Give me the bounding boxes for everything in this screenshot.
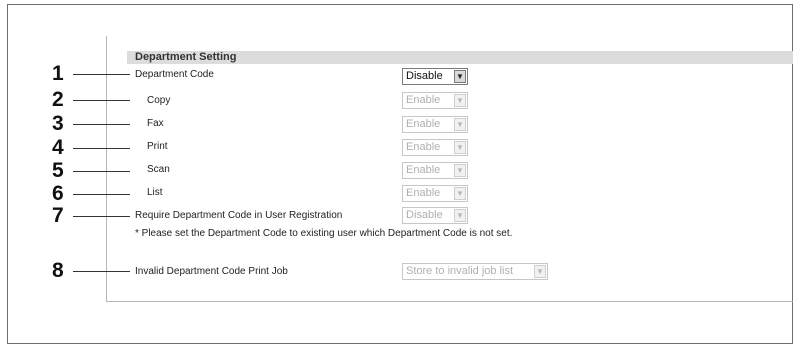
chevron-down-icon[interactable]: ▼ <box>454 141 466 154</box>
chevron-down-icon[interactable]: ▼ <box>454 164 466 177</box>
callout-1: 1 <box>52 62 64 85</box>
callout-leader-1 <box>73 74 130 75</box>
fax-value: Enable <box>406 118 441 130</box>
list-label: List <box>147 187 163 198</box>
department-code-value: Disable <box>406 70 443 82</box>
require-dept-code-select[interactable]: Disable ▼ <box>402 207 468 224</box>
callout-6: 6 <box>52 182 64 205</box>
callout-leader-2 <box>73 100 130 101</box>
callout-3: 3 <box>52 112 64 135</box>
invalid-print-job-value: Store to invalid job list <box>406 265 513 277</box>
print-label: Print <box>147 141 168 152</box>
chevron-down-icon[interactable]: ▼ <box>454 94 466 107</box>
chevron-down-icon[interactable]: ▼ <box>454 187 466 200</box>
list-value: Enable <box>406 187 441 199</box>
callout-4: 4 <box>52 136 64 159</box>
department-code-label: Department Code <box>135 69 214 80</box>
callout-2: 2 <box>52 88 64 111</box>
callout-8: 8 <box>52 259 64 282</box>
chevron-down-icon[interactable]: ▼ <box>534 265 546 278</box>
info-note: * Please set the Department Code to exis… <box>135 228 513 239</box>
copy-select[interactable]: Enable ▼ <box>402 92 468 109</box>
print-select[interactable]: Enable ▼ <box>402 139 468 156</box>
list-select[interactable]: Enable ▼ <box>402 185 468 202</box>
copy-label: Copy <box>147 95 171 106</box>
require-dept-code-value: Disable <box>406 209 443 221</box>
scan-label: Scan <box>147 164 170 175</box>
callout-leader-4 <box>73 148 130 149</box>
copy-value: Enable <box>406 94 441 106</box>
callout-leader-5 <box>73 171 130 172</box>
callout-7: 7 <box>52 204 64 227</box>
fax-label: Fax <box>147 118 164 129</box>
callout-leader-3 <box>73 124 130 125</box>
print-value: Enable <box>406 141 441 153</box>
invalid-print-job-select[interactable]: Store to invalid job list ▼ <box>402 263 548 280</box>
department-code-select[interactable]: Disable ▼ <box>402 68 468 85</box>
chevron-down-icon[interactable]: ▼ <box>454 209 466 222</box>
callout-5: 5 <box>52 159 64 182</box>
invalid-print-job-label: Invalid Department Code Print Job <box>135 266 288 277</box>
callout-leader-6 <box>73 194 130 195</box>
fax-select[interactable]: Enable ▼ <box>402 116 468 133</box>
chevron-down-icon[interactable]: ▼ <box>454 118 466 131</box>
callout-leader-7 <box>73 216 130 217</box>
require-dept-code-label: Require Department Code in User Registra… <box>135 210 343 221</box>
chevron-down-icon[interactable]: ▼ <box>454 70 466 83</box>
callout-leader-8 <box>73 271 130 272</box>
section-header: Department Setting <box>127 51 793 64</box>
scan-value: Enable <box>406 164 441 176</box>
scan-select[interactable]: Enable ▼ <box>402 162 468 179</box>
